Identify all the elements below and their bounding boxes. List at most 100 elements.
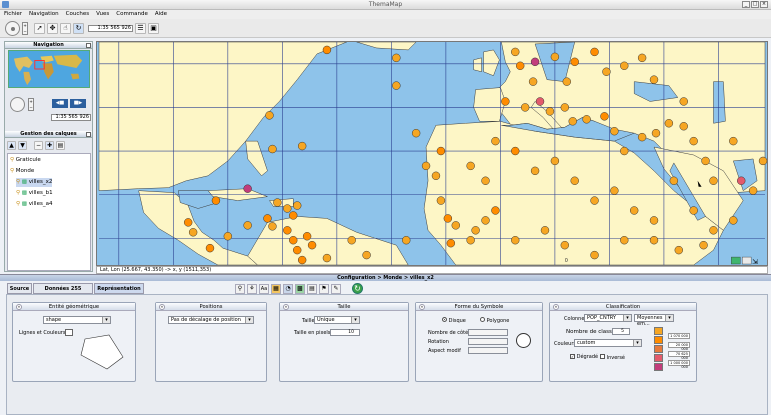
city-marker[interactable] [362,250,371,260]
taille-collapse-icon[interactable]: « [283,304,289,310]
refresh-icon[interactable]: ↻ [73,23,84,34]
city-marker[interactable] [511,146,520,156]
class-break-2[interactable]: 20 000 000 [668,342,690,351]
city-marker[interactable] [392,53,401,63]
city-marker[interactable] [283,204,292,213]
city-marker[interactable] [679,122,688,131]
layer-remove-icon[interactable]: − [34,141,43,150]
city-marker[interactable] [491,136,500,146]
city-marker[interactable] [411,128,421,138]
city-marker[interactable] [243,184,252,193]
city-marker[interactable] [481,176,490,185]
class-break-1[interactable]: 1 070 000 [668,333,690,339]
label-tool-icon[interactable]: ⚘ [247,284,257,294]
disque-radio[interactable]: Disque [442,317,466,324]
close-button[interactable]: × [760,1,768,8]
color-tool-icon[interactable]: ✎ [331,284,341,294]
city-marker[interactable] [637,132,647,142]
tab-donnees[interactable]: Données 255 (lignes) [33,283,93,302]
class-swatch-3[interactable] [654,345,663,353]
layer-add-icon[interactable]: ✚ [45,141,54,150]
city-marker[interactable] [637,53,647,63]
city-marker[interactable] [431,171,441,181]
city-marker[interactable] [699,240,708,250]
tab-representation[interactable]: Représentation [94,283,144,294]
hand-icon[interactable]: ☝ [60,23,71,34]
city-marker[interactable] [664,119,674,128]
city-marker[interactable] [568,117,577,126]
city-marker[interactable] [651,128,661,138]
city-marker[interactable] [570,57,579,67]
city-marker[interactable] [265,111,274,120]
menu-aide[interactable]: Aide [151,10,170,17]
grid-tool-icon[interactable]: ▩ [295,284,305,294]
city-marker[interactable] [709,226,718,235]
city-marker[interactable] [590,196,599,205]
zoom-stepper-icon[interactable]: + − [22,22,28,35]
city-marker[interactable] [322,45,332,55]
city-marker[interactable] [501,97,510,106]
city-marker[interactable] [273,198,282,207]
city-marker[interactable] [540,226,550,235]
layer-item-monde[interactable]: ⚲ Monde [10,167,34,176]
map-resize-icon[interactable]: ⇲ [752,258,758,266]
degrade-checkbox[interactable]: ✓ Dégradé [570,354,598,360]
pie-tool-icon[interactable]: ◔ [283,284,293,294]
city-marker[interactable] [481,216,490,225]
nav-zoom-stepper-icon[interactable]: + − [28,98,34,111]
position-offset-select[interactable]: Pas de décalage de position [168,316,254,324]
city-marker[interactable] [535,97,545,106]
pixels-spinner[interactable]: 10 [330,329,360,336]
city-marker[interactable] [436,196,446,205]
city-marker[interactable] [421,161,431,171]
aspect-spinner[interactable] [468,347,508,354]
navigation-close-icon[interactable] [86,43,91,48]
city-marker[interactable] [188,228,198,237]
city-marker[interactable] [582,115,591,124]
city-marker[interactable] [649,236,659,245]
city-marker[interactable] [289,236,298,245]
city-marker[interactable] [436,146,446,156]
layer-up-icon[interactable]: ▲ [7,141,16,150]
style-tool-icon[interactable]: ⚑ [319,284,329,294]
city-marker[interactable] [466,161,475,171]
polygone-radio[interactable]: Polygone [480,317,509,324]
city-marker[interactable] [297,141,307,151]
city-marker[interactable] [347,236,356,245]
layer-item-graticule[interactable]: ⚲ Graticule [10,156,41,165]
city-marker[interactable] [515,61,525,70]
entite-collapse-icon[interactable]: « [16,304,22,310]
overview-minimap[interactable] [8,50,90,88]
method-select[interactable]: Moyennes em... [634,314,674,327]
class-swatch-1[interactable] [654,327,663,335]
shape-select[interactable]: shape [43,316,111,324]
city-marker[interactable] [590,47,599,57]
city-marker[interactable] [402,236,411,245]
city-marker[interactable] [629,206,639,215]
city-marker[interactable] [205,243,215,253]
city-marker[interactable] [610,186,619,195]
inverse-checkbox[interactable]: Inversé [600,354,625,361]
city-marker[interactable] [451,221,460,230]
city-marker[interactable] [729,136,738,146]
menu-fichier[interactable]: Fichier [0,10,25,17]
city-marker[interactable] [550,52,560,62]
pan-navigator-icon[interactable] [5,21,20,36]
legend-tool-icon[interactable]: ▤ [307,284,317,294]
city-marker[interactable] [211,196,221,205]
city-marker[interactable] [748,186,758,195]
line-color-button[interactable] [65,329,73,336]
forme-collapse-icon[interactable]: « [419,304,425,310]
menu-commande[interactable]: Commande [112,10,151,17]
city-marker[interactable] [243,221,252,230]
layer-properties-icon[interactable]: ▤ [56,141,65,150]
couleurs-select[interactable]: custom [574,339,642,347]
window-icon[interactable]: ▣ [148,23,159,34]
layers-close-icon[interactable] [86,132,91,137]
city-marker[interactable] [602,67,611,76]
positions-collapse-icon[interactable]: « [159,304,165,310]
city-marker[interactable] [689,206,698,215]
city-marker[interactable] [511,47,520,57]
city-marker[interactable] [528,77,538,86]
nav-pan-icon[interactable] [10,97,25,112]
